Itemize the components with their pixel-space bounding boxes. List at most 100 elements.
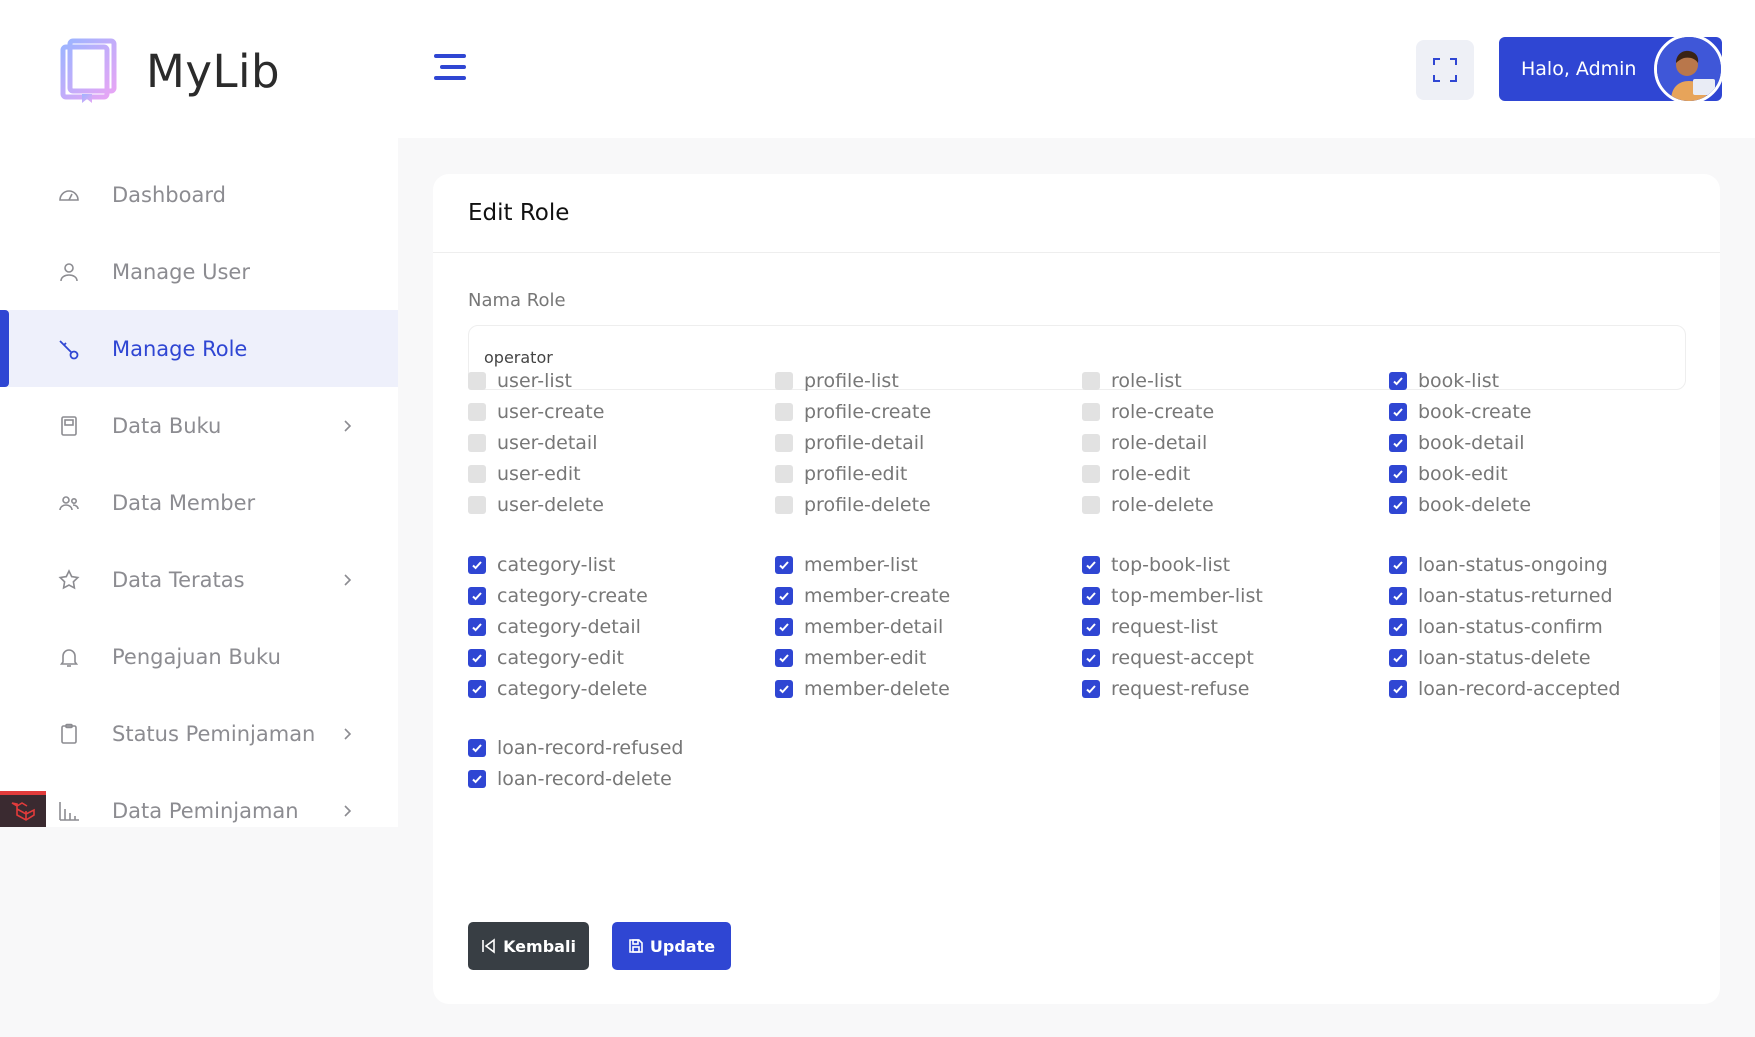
permission-checkbox[interactable]: [1082, 618, 1100, 636]
permission-checkbox[interactable]: [468, 434, 486, 452]
permission-profile-list[interactable]: profile-list: [775, 369, 899, 393]
sidebar-item-manage-role[interactable]: Manage Role: [0, 310, 398, 387]
permission-checkbox[interactable]: [775, 587, 793, 605]
permission-category-detail[interactable]: category-detail: [468, 615, 641, 639]
permission-role-detail[interactable]: role-detail: [1082, 431, 1207, 455]
permission-checkbox[interactable]: [775, 434, 793, 452]
permission-user-detail[interactable]: user-detail: [468, 431, 597, 455]
permission-loan-status-confirm[interactable]: loan-status-confirm: [1389, 615, 1603, 639]
sidebar-item-data-member[interactable]: Data Member: [0, 464, 398, 541]
permission-member-create[interactable]: member-create: [775, 584, 950, 608]
permission-loan-status-returned[interactable]: loan-status-returned: [1389, 584, 1613, 608]
permission-checkbox[interactable]: [468, 618, 486, 636]
permission-checkbox[interactable]: [468, 496, 486, 514]
sidebar-item-data-teratas[interactable]: Data Teratas: [0, 541, 398, 618]
permission-checkbox[interactable]: [1082, 587, 1100, 605]
laravel-debugbar-icon[interactable]: [0, 791, 46, 827]
permission-checkbox[interactable]: [1082, 680, 1100, 698]
permission-checkbox[interactable]: [468, 372, 486, 390]
permission-loan-status-ongoing[interactable]: loan-status-ongoing: [1389, 553, 1608, 577]
update-button[interactable]: Update: [612, 922, 731, 970]
permission-request-list[interactable]: request-list: [1082, 615, 1218, 639]
sidebar-item-status-peminjaman[interactable]: Status Peminjaman: [0, 695, 398, 772]
permission-top-member-list[interactable]: top-member-list: [1082, 584, 1263, 608]
permission-checkbox[interactable]: [1082, 434, 1100, 452]
permission-checkbox[interactable]: [468, 770, 486, 788]
permission-category-list[interactable]: category-list: [468, 553, 615, 577]
role-name-input[interactable]: [468, 325, 1686, 390]
permission-checkbox[interactable]: [1389, 372, 1407, 390]
permission-checkbox[interactable]: [468, 403, 486, 421]
permission-role-list[interactable]: role-list: [1082, 369, 1182, 393]
permission-category-delete[interactable]: category-delete: [468, 677, 647, 701]
permission-profile-create[interactable]: profile-create: [775, 400, 931, 424]
permission-member-detail[interactable]: member-detail: [775, 615, 943, 639]
permission-checkbox[interactable]: [1389, 434, 1407, 452]
menu-toggle-icon[interactable]: [434, 54, 466, 82]
permission-checkbox[interactable]: [1389, 403, 1407, 421]
brand[interactable]: MyLib: [60, 36, 280, 106]
permission-request-accept[interactable]: request-accept: [1082, 646, 1254, 670]
permission-book-delete[interactable]: book-delete: [1389, 493, 1531, 517]
permission-user-delete[interactable]: user-delete: [468, 493, 604, 517]
permission-top-book-list[interactable]: top-book-list: [1082, 553, 1230, 577]
permission-checkbox[interactable]: [1389, 496, 1407, 514]
permission-loan-record-refused[interactable]: loan-record-refused: [468, 736, 683, 760]
permission-checkbox[interactable]: [1389, 680, 1407, 698]
permission-checkbox[interactable]: [775, 649, 793, 667]
fullscreen-button[interactable]: [1416, 40, 1474, 100]
sidebar-item-manage-user[interactable]: Manage User: [0, 233, 398, 310]
permission-member-edit[interactable]: member-edit: [775, 646, 926, 670]
permission-book-edit[interactable]: book-edit: [1389, 462, 1508, 486]
permission-checkbox[interactable]: [775, 680, 793, 698]
permission-checkbox[interactable]: [1389, 649, 1407, 667]
permission-request-refuse[interactable]: request-refuse: [1082, 677, 1249, 701]
permission-checkbox[interactable]: [1082, 465, 1100, 483]
permission-checkbox[interactable]: [1389, 556, 1407, 574]
permission-checkbox[interactable]: [775, 496, 793, 514]
permission-checkbox[interactable]: [1082, 372, 1100, 390]
permission-role-edit[interactable]: role-edit: [1082, 462, 1190, 486]
permission-category-create[interactable]: category-create: [468, 584, 648, 608]
permission-user-list[interactable]: user-list: [468, 369, 572, 393]
permission-loan-status-delete[interactable]: loan-status-delete: [1389, 646, 1591, 670]
permission-checkbox[interactable]: [1389, 587, 1407, 605]
permission-role-create[interactable]: role-create: [1082, 400, 1214, 424]
permission-checkbox[interactable]: [775, 372, 793, 390]
permission-checkbox[interactable]: [468, 556, 486, 574]
permission-profile-detail[interactable]: profile-detail: [775, 431, 924, 455]
permission-checkbox[interactable]: [468, 739, 486, 757]
permission-book-list[interactable]: book-list: [1389, 369, 1499, 393]
sidebar-item-dashboard[interactable]: Dashboard: [0, 156, 398, 233]
permission-member-delete[interactable]: member-delete: [775, 677, 950, 701]
permission-checkbox[interactable]: [1082, 649, 1100, 667]
permission-category-edit[interactable]: category-edit: [468, 646, 624, 670]
permission-checkbox[interactable]: [468, 465, 486, 483]
permission-loan-record-delete[interactable]: loan-record-delete: [468, 767, 672, 791]
permission-checkbox[interactable]: [775, 403, 793, 421]
permission-checkbox[interactable]: [1389, 465, 1407, 483]
permission-checkbox[interactable]: [1082, 556, 1100, 574]
permission-checkbox[interactable]: [775, 556, 793, 574]
sidebar-item-pengajuan-buku[interactable]: Pengajuan Buku: [0, 618, 398, 695]
permission-checkbox[interactable]: [468, 587, 486, 605]
sidebar-item-data-peminjaman[interactable]: Data Peminjaman: [0, 772, 398, 849]
permission-book-detail[interactable]: book-detail: [1389, 431, 1525, 455]
avatar[interactable]: [1654, 34, 1724, 104]
permission-profile-delete[interactable]: profile-delete: [775, 493, 931, 517]
permission-loan-record-accepted[interactable]: loan-record-accepted: [1389, 677, 1620, 701]
permission-checkbox[interactable]: [468, 680, 486, 698]
sidebar-item-data-buku[interactable]: Data Buku: [0, 387, 398, 464]
permission-book-create[interactable]: book-create: [1389, 400, 1531, 424]
permission-member-list[interactable]: member-list: [775, 553, 918, 577]
back-button[interactable]: Kembali: [468, 922, 589, 970]
permission-profile-edit[interactable]: profile-edit: [775, 462, 907, 486]
permission-checkbox[interactable]: [1082, 496, 1100, 514]
permission-role-delete[interactable]: role-delete: [1082, 493, 1214, 517]
permission-user-edit[interactable]: user-edit: [468, 462, 581, 486]
permission-checkbox[interactable]: [468, 649, 486, 667]
permission-checkbox[interactable]: [775, 618, 793, 636]
permission-checkbox[interactable]: [775, 465, 793, 483]
permission-checkbox[interactable]: [1389, 618, 1407, 636]
permission-checkbox[interactable]: [1082, 403, 1100, 421]
